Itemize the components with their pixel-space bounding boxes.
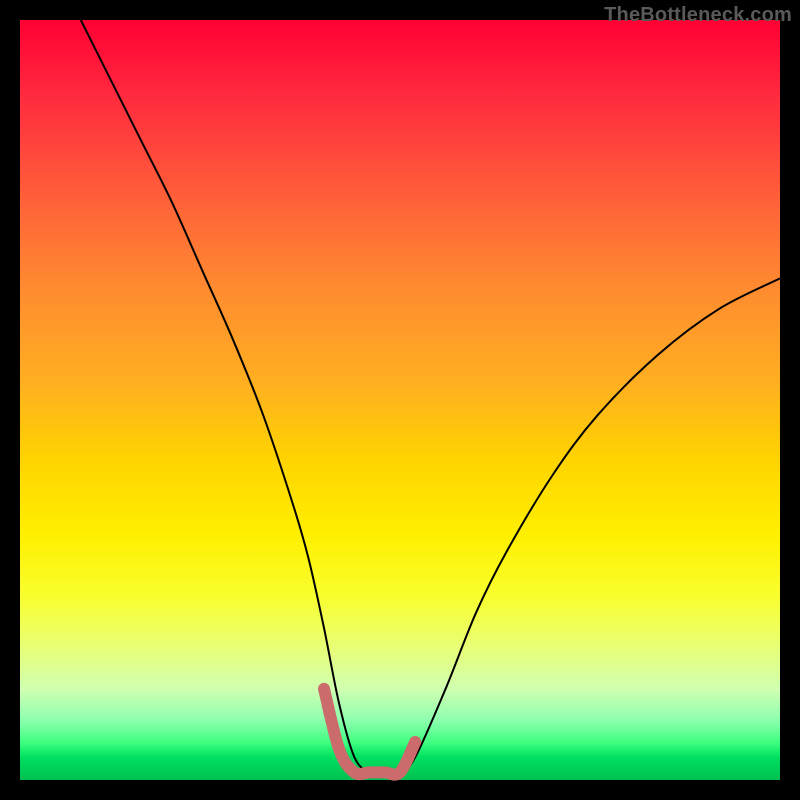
chart-root: TheBottleneck.com bbox=[0, 0, 800, 800]
bottleneck-curve bbox=[81, 20, 780, 774]
watermark-text: TheBottleneck.com bbox=[604, 4, 792, 27]
chart-svg bbox=[20, 20, 780, 780]
